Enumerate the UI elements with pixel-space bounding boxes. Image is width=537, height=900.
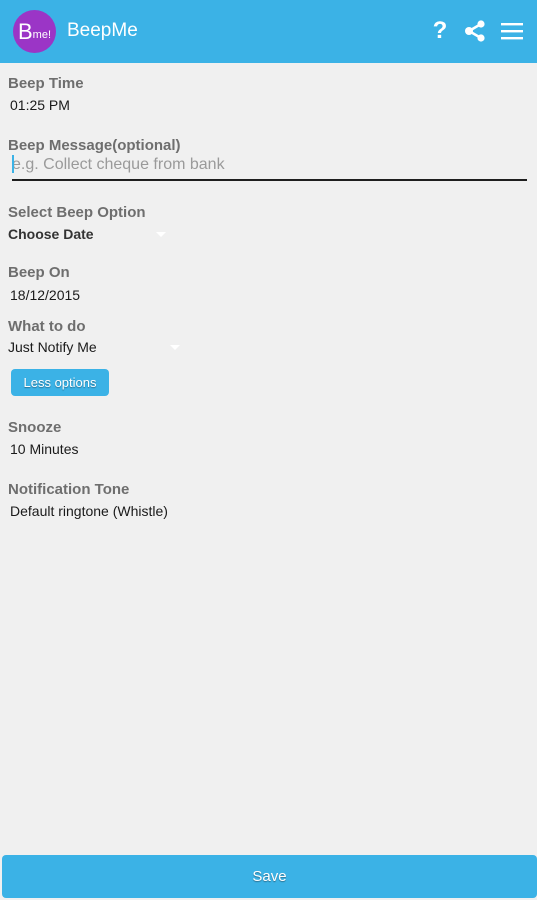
beep-time-value[interactable]: 01:25 PM xyxy=(10,97,70,113)
beep-option-dropdown-icon[interactable] xyxy=(156,232,166,237)
logo-sub: me! xyxy=(32,29,52,41)
beep-time-label: Beep Time xyxy=(8,75,84,92)
what-to-do-label: What to do xyxy=(8,318,86,335)
app-title: BeepMe xyxy=(67,20,138,41)
beep-message-input[interactable] xyxy=(12,151,527,181)
what-to-do-spinner[interactable]: Just Notify Me xyxy=(8,339,97,355)
app-bar: Bme! BeepMe ? xyxy=(0,0,537,63)
notification-tone-label: Notification Tone xyxy=(8,481,130,498)
beep-option-spinner[interactable]: Choose Date xyxy=(8,226,94,242)
share-icon[interactable] xyxy=(458,14,492,48)
notification-tone-value[interactable]: Default ringtone (Whistle) xyxy=(10,503,168,519)
beep-on-value[interactable]: 18/12/2015 xyxy=(10,287,80,303)
what-to-do-dropdown-icon[interactable] xyxy=(170,345,180,350)
text-cursor xyxy=(12,155,14,173)
beep-on-label: Beep On xyxy=(8,264,70,281)
less-options-button[interactable]: Less options xyxy=(11,369,109,396)
snooze-label: Snooze xyxy=(8,419,62,436)
save-button[interactable]: Save xyxy=(2,855,537,898)
logo-letter: B xyxy=(17,18,33,44)
menu-icon[interactable] xyxy=(495,14,529,48)
app-logo-icon: Bme! xyxy=(13,10,56,53)
beep-option-label: Select Beep Option xyxy=(8,204,146,221)
help-icon[interactable]: ? xyxy=(423,14,457,48)
snooze-value[interactable]: 10 Minutes xyxy=(10,441,78,457)
